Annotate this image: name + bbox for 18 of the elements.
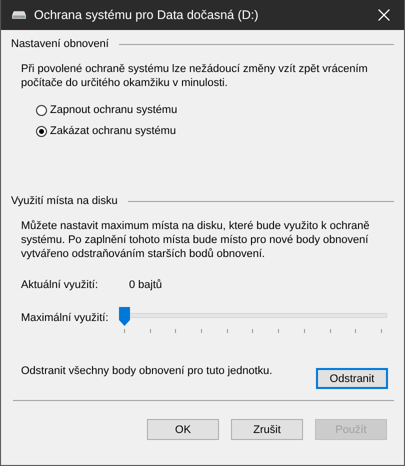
dialog-button[interactable]: OK — [147, 419, 219, 440]
description-text: Můžete nastavit maximum místa na disku, které bude využito k ochraně systému. Po zaplnění tohoto místa bude místo pro nové body obnovení vytvářeno odstraňováním starších bodů obnovení. — [21, 219, 370, 261]
field-label: Aktuální využití: — [21, 279, 100, 291]
dialog-button[interactable]: Zrušit — [231, 419, 303, 440]
close-icon — [378, 9, 390, 21]
group-heading: Využití místa na disku — [11, 195, 118, 207]
usage-slider[interactable] — [119, 307, 387, 333]
delete-button[interactable]: Odstranit — [316, 368, 388, 389]
radio-option[interactable]: Zapnout ochranu systému — [36, 104, 394, 116]
window-title: Ochrana systému pro Data dočasná (D:) — [34, 8, 260, 22]
drive-icon — [12, 11, 26, 19]
radio-option[interactable]: Zakázat ochranu systému — [36, 125, 394, 137]
slider-thumb[interactable] — [119, 307, 130, 326]
field-label: Maximální využití: — [21, 312, 110, 324]
description-text: Odstranit všechny body obnovení pro tuto jednotku. — [21, 365, 272, 377]
group-heading: Nastavení obnovení — [11, 38, 109, 50]
description-text: Při povolené ochraně systému lze nežádoucí změny vzít zpět vrácením počítače do určitého okamžiku v minulosti. — [21, 62, 369, 90]
usage-value: 0 bajtů — [129, 279, 162, 291]
